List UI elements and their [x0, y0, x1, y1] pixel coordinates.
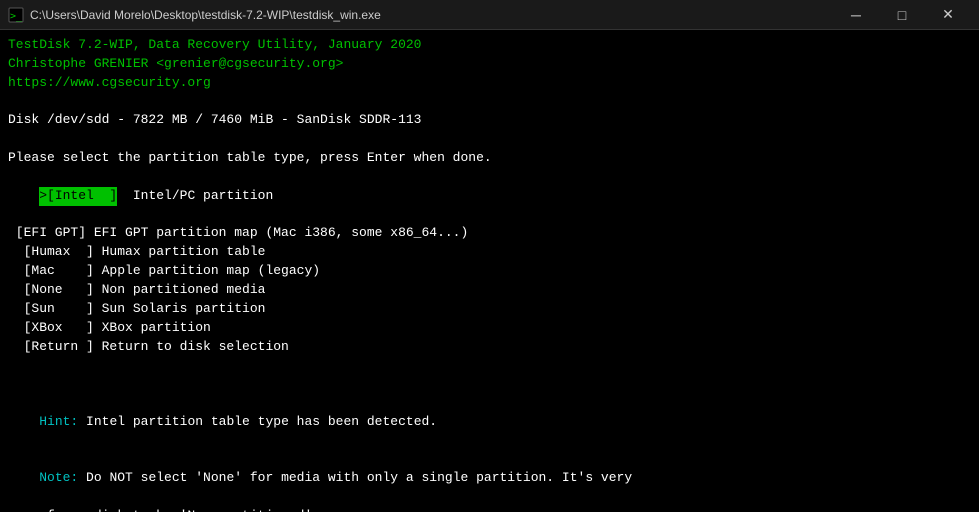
titlebar-left: >_ C:\Users\David Morelo\Desktop\testdis… [8, 7, 381, 23]
svg-text:>_: >_ [10, 11, 23, 22]
close-button[interactable]: ✕ [925, 0, 971, 30]
note-label: Note: [39, 470, 78, 485]
maximize-button[interactable]: □ [879, 0, 925, 30]
option-intel-row[interactable]: >[Intel ] Intel/PC partition [8, 168, 971, 225]
option-return[interactable]: [Return ] Return to disk selection [8, 338, 971, 357]
disk-info: Disk /dev/sdd - 7822 MB / 7460 MiB - San… [8, 111, 971, 130]
blank1 [8, 93, 971, 112]
note-text: Do NOT select 'None' for media with only… [78, 470, 632, 485]
option-mac[interactable]: [Mac ] Apple partition map (legacy) [8, 262, 971, 281]
note-line2: rare for a disk to be 'Non-partitioned'. [8, 507, 971, 512]
prompt-line: Please select the partition table type, … [8, 149, 971, 168]
blank2 [8, 130, 971, 149]
hint-text: Intel partition table type has been dete… [78, 414, 437, 429]
titlebar: >_ C:\Users\David Morelo\Desktop\testdis… [0, 0, 979, 30]
option-xbox[interactable]: [XBox ] XBox partition [8, 319, 971, 338]
minimize-button[interactable]: ─ [833, 0, 879, 30]
hint-line: Hint: Intel partition table type has bee… [8, 394, 971, 451]
titlebar-controls: ─ □ ✕ [833, 0, 971, 30]
blank4 [8, 375, 971, 394]
hint-label: Hint: [39, 414, 78, 429]
option-efi[interactable]: [EFI GPT] EFI GPT partition map (Mac i38… [8, 224, 971, 243]
option-none[interactable]: [None ] Non partitioned media [8, 281, 971, 300]
titlebar-title: C:\Users\David Morelo\Desktop\testdisk-7… [30, 8, 381, 22]
header-line3: https://www.cgsecurity.org [8, 74, 971, 93]
blank3 [8, 356, 971, 375]
intel-label: Intel/PC partition [117, 188, 273, 203]
terminal-area: TestDisk 7.2-WIP, Data Recovery Utility,… [0, 30, 979, 512]
header-line1: TestDisk 7.2-WIP, Data Recovery Utility,… [8, 36, 971, 55]
option-humax[interactable]: [Humax ] Humax partition table [8, 243, 971, 262]
header-line2: Christophe GRENIER <grenier@cgsecurity.o… [8, 55, 971, 74]
note-line: Note: Do NOT select 'None' for media wit… [8, 451, 971, 508]
option-sun[interactable]: [Sun ] Sun Solaris partition [8, 300, 971, 319]
terminal-icon: >_ [8, 7, 24, 23]
selected-intel-bracket: >[Intel ] [39, 187, 117, 206]
